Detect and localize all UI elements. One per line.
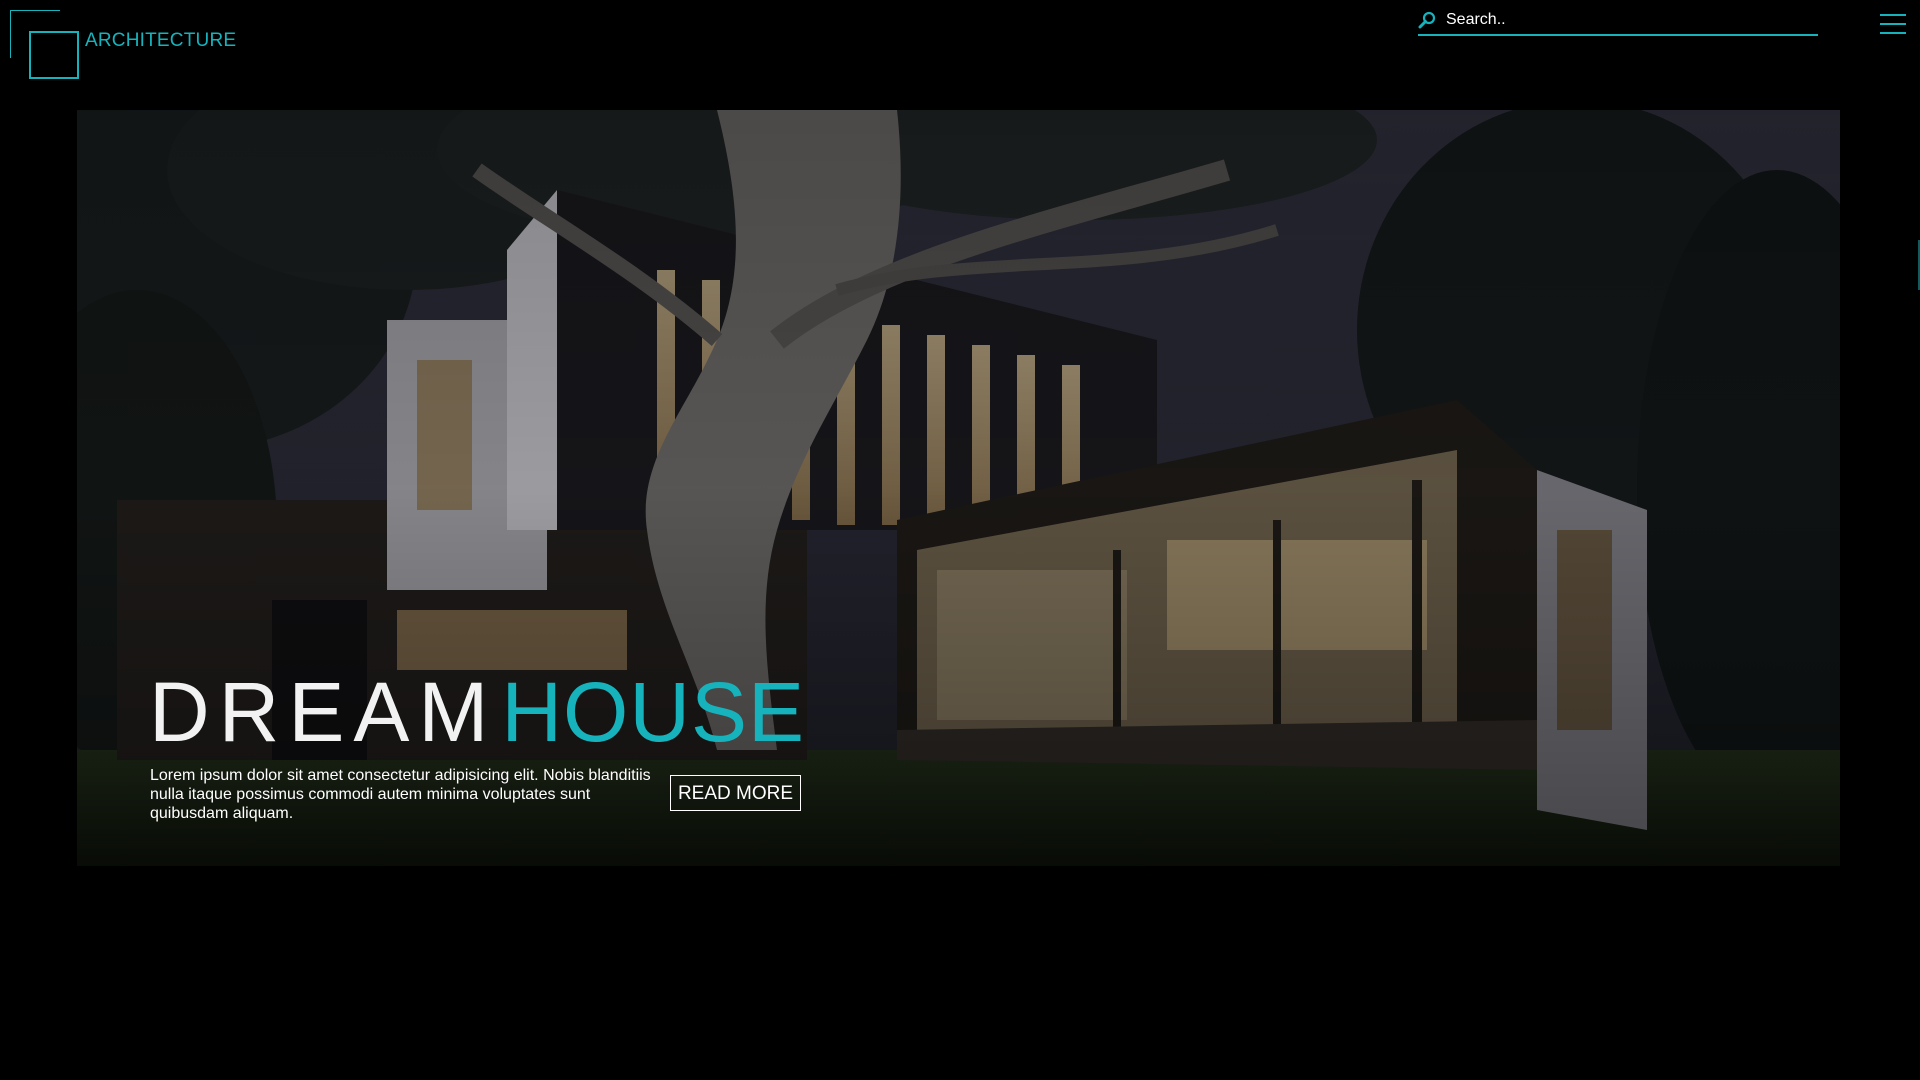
- hamburger-line: [1880, 32, 1906, 34]
- hero-description: Lorem ipsum dolor sit amet consectetur a…: [150, 767, 651, 822]
- hamburger-menu-button[interactable]: [1880, 12, 1906, 38]
- hero-section: DREAMHOUSE Lorem ipsum dolor sit amet co…: [77, 110, 1840, 866]
- hero-title-house: HOUSE: [501, 665, 806, 759]
- read-more-button[interactable]: READ MORE: [670, 775, 801, 811]
- search-input[interactable]: [1446, 8, 1806, 32]
- hamburger-line: [1880, 14, 1906, 16]
- brand-name: ARCHITECTURE: [85, 30, 237, 51]
- hamburger-line: [1880, 23, 1906, 25]
- hero-title: DREAMHOUSE: [149, 670, 805, 754]
- search-bar: [1418, 8, 1818, 36]
- double-square-logo-icon: [10, 10, 79, 79]
- site-logo[interactable]: ARCHITECTURE: [10, 10, 236, 82]
- hero-title-dream: DREAM: [149, 665, 498, 759]
- search-icon[interactable]: [1418, 11, 1436, 29]
- page: ARCHITECTURE Search.. DREAMHOUSE Lorem i…: [0, 0, 1920, 1080]
